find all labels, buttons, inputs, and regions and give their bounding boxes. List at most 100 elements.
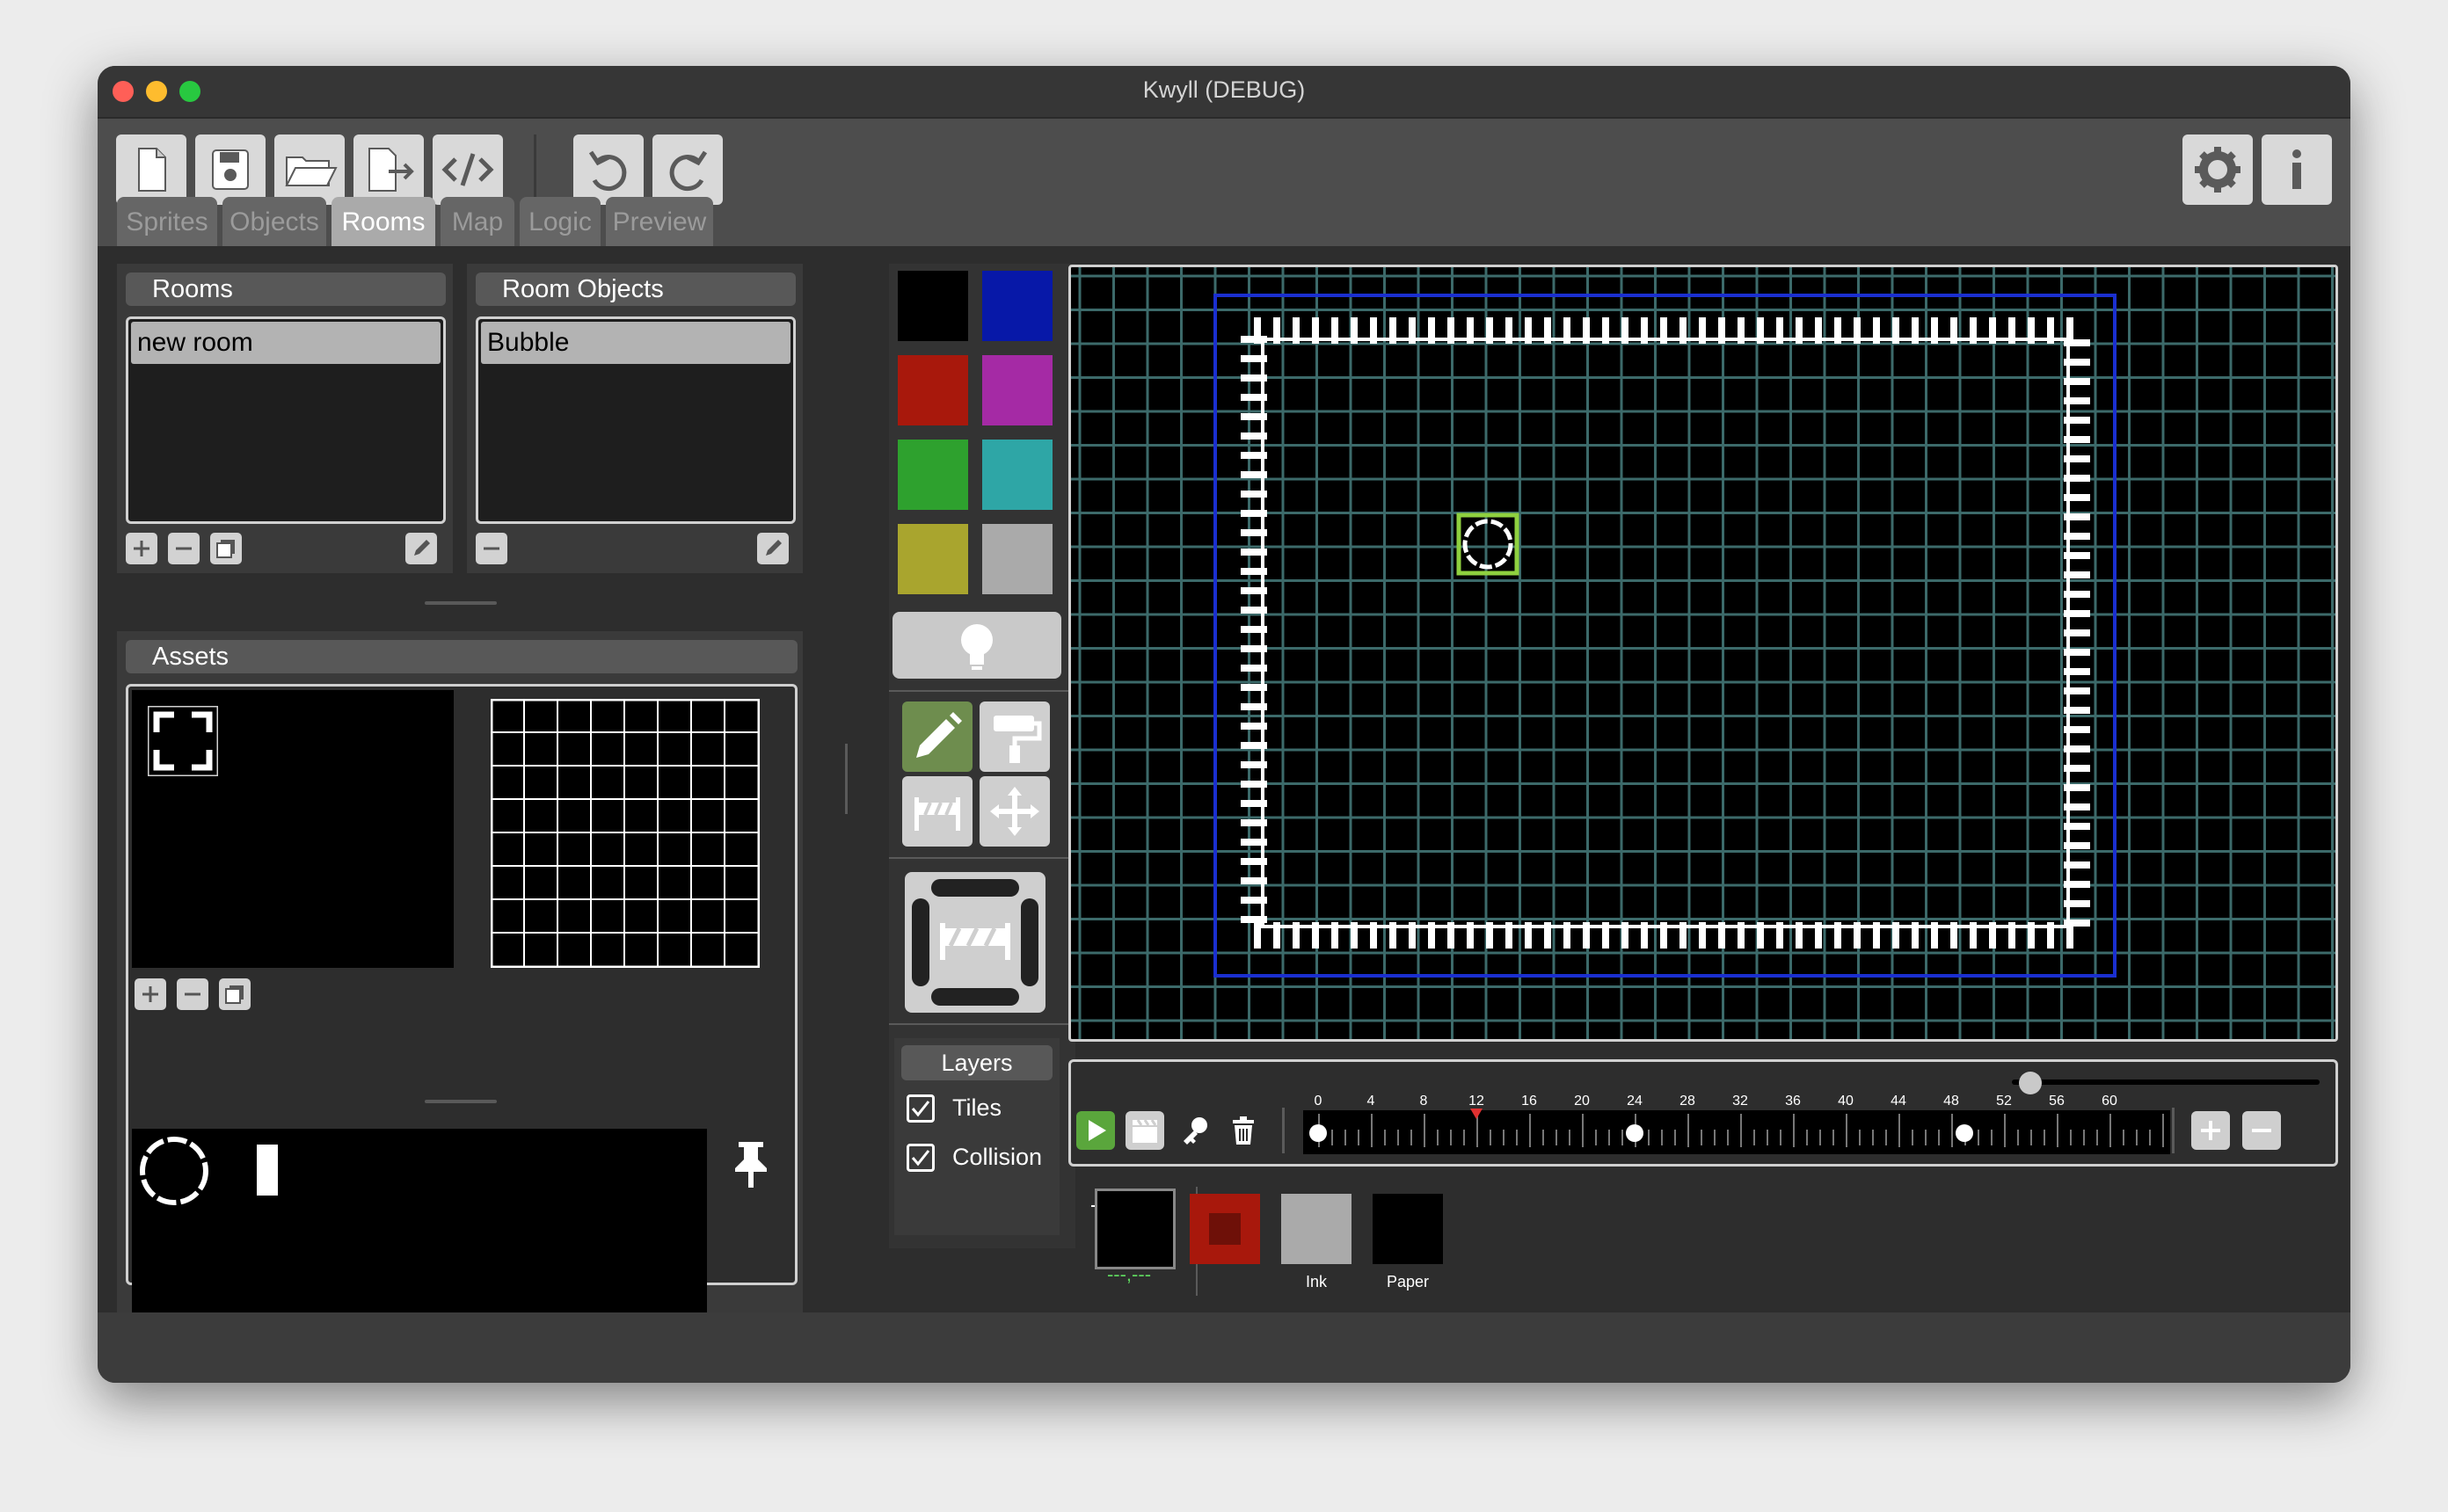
room-objects-list[interactable]: Bubble <box>476 316 796 524</box>
tileset-canvas[interactable] <box>132 690 454 968</box>
lightbulb-icon <box>961 624 993 670</box>
undo-button[interactable] <box>573 134 644 205</box>
timeline-tick-label: 8 <box>1419 1094 1428 1109</box>
list-item[interactable]: Bubble <box>481 322 790 364</box>
paint-roller-tool-button[interactable] <box>980 701 1050 772</box>
timeline-tick-mark <box>1424 1114 1425 1147</box>
duplicate-room-button[interactable] <box>210 533 242 564</box>
open-folder-button[interactable] <box>274 134 345 205</box>
duplicate-asset-button[interactable] <box>219 978 251 1010</box>
timeline-tick-mark <box>1925 1130 1927 1145</box>
remove-frame-button[interactable] <box>2242 1111 2281 1150</box>
bubble-object-sprite[interactable] <box>1462 519 1513 570</box>
save-icon <box>212 149 249 190</box>
pattern-slot[interactable] <box>1190 1194 1260 1264</box>
paper-color-slot[interactable] <box>1373 1194 1443 1264</box>
timeline-tick-mark <box>1793 1114 1795 1147</box>
timeline-tick-mark <box>1912 1130 1913 1145</box>
remove-room-button[interactable] <box>168 533 200 564</box>
timeline-tick-mark <box>1608 1130 1610 1145</box>
rooms-list[interactable]: new room <box>126 316 446 524</box>
timeline-tick-mark <box>2136 1130 2138 1145</box>
settings-button[interactable] <box>2182 134 2253 205</box>
redo-button[interactable] <box>652 134 723 205</box>
playhead-marker[interactable] <box>1470 1109 1483 1119</box>
code-button[interactable] <box>433 134 503 205</box>
timeline-tick-mark <box>1780 1130 1781 1145</box>
palette-color-yellow[interactable] <box>898 524 968 594</box>
tab-map[interactable]: Map <box>441 197 514 246</box>
ink-color-slot[interactable] <box>1281 1194 1352 1264</box>
splitter-handle[interactable] <box>425 601 497 605</box>
keyframe-marker[interactable] <box>1626 1124 1643 1142</box>
tiles-layer-checkbox[interactable] <box>907 1094 935 1123</box>
splitter-handle[interactable] <box>425 1100 497 1103</box>
keyframe-marker[interactable] <box>1309 1124 1327 1142</box>
timeline-tick-mark <box>2004 1114 2006 1147</box>
selected-object-outline[interactable] <box>1456 512 1519 576</box>
pin-icon[interactable] <box>730 1137 772 1189</box>
timeline-ticks: 0 4 8 12 16 20 24 28 32 36 40 44 48 52 56 60 <box>1071 1062 2335 1164</box>
keyframe-marker[interactable] <box>1956 1124 1973 1142</box>
timeline-tick-mark <box>1344 1130 1346 1145</box>
new-file-button[interactable] <box>116 134 186 205</box>
tab-rooms[interactable]: Rooms <box>332 197 435 246</box>
remove-asset-button[interactable] <box>177 978 208 1010</box>
remove-object-button[interactable] <box>476 533 507 564</box>
add-frame-button[interactable] <box>2191 1111 2230 1150</box>
room-canvas[interactable] <box>1068 265 2338 1042</box>
add-room-button[interactable] <box>126 533 157 564</box>
timeline-track[interactable] <box>1303 1110 2170 1154</box>
save-button[interactable] <box>195 134 266 205</box>
timeline-tick-label: 4 <box>1366 1094 1375 1109</box>
panel-divider[interactable] <box>845 744 848 814</box>
timeline-tick-mark <box>2030 1130 2032 1145</box>
timeline-tick-mark <box>1648 1130 1650 1145</box>
tool-separator <box>889 857 1075 859</box>
timeline-tick-mark <box>1450 1130 1452 1145</box>
list-item[interactable]: new room <box>131 322 441 364</box>
bright-toggle-button[interactable] <box>892 612 1061 679</box>
rename-room-button[interactable] <box>405 533 437 564</box>
palette-color-white[interactable] <box>982 524 1053 594</box>
timeline-tick-mark <box>1951 1114 1953 1147</box>
collision-barrier-icon <box>912 879 1038 1006</box>
window-title: Kwyll (DEBUG) <box>1142 76 1306 103</box>
tileset-grid[interactable] <box>491 699 760 968</box>
object-sprites-canvas[interactable] <box>132 1129 707 1341</box>
assets-panel: Assets <box>117 631 803 1357</box>
timeline-tick-mark <box>1358 1130 1359 1145</box>
room-wall-tiles <box>1241 317 2090 949</box>
timeline-tick-mark <box>1740 1114 1742 1147</box>
draw-tool-button[interactable] <box>902 701 973 772</box>
timeline-tick-mark <box>1674 1130 1676 1145</box>
info-button[interactable] <box>2262 134 2332 205</box>
edit-object-button[interactable] <box>757 533 789 564</box>
redo-icon <box>669 150 708 191</box>
tab-objects[interactable]: Objects <box>222 197 326 246</box>
tab-sprites[interactable]: Sprites <box>117 197 217 246</box>
timeline-tick-mark <box>1938 1130 1940 1145</box>
add-asset-button[interactable] <box>135 978 166 1010</box>
sprite-thumbnails <box>140 1137 278 1205</box>
barrier-tool-button[interactable] <box>902 776 973 847</box>
collision-layer-checkbox[interactable] <box>907 1144 935 1172</box>
palette-color-black[interactable] <box>898 271 968 341</box>
new-file-icon <box>138 148 166 192</box>
current-color-slot[interactable] <box>1095 1189 1176 1269</box>
palette-color-red[interactable] <box>898 355 968 425</box>
timeline-tick-mark <box>1753 1130 1755 1145</box>
timeline-tick-label: 60 <box>2102 1094 2117 1109</box>
checkmark-icon <box>911 1101 930 1117</box>
tab-logic[interactable]: Logic <box>520 197 601 246</box>
export-button[interactable] <box>353 134 424 205</box>
palette-color-cyan[interactable] <box>982 440 1053 510</box>
palette-color-green[interactable] <box>898 440 968 510</box>
move-tool-button[interactable] <box>980 776 1050 847</box>
timeline-tick-mark <box>1727 1130 1729 1145</box>
palette-color-blue[interactable] <box>982 271 1053 341</box>
collision-mode-button[interactable] <box>905 872 1046 1013</box>
tab-preview[interactable]: Preview <box>606 197 713 246</box>
palette-color-magenta[interactable] <box>982 355 1053 425</box>
minus-icon <box>2252 1129 2271 1132</box>
